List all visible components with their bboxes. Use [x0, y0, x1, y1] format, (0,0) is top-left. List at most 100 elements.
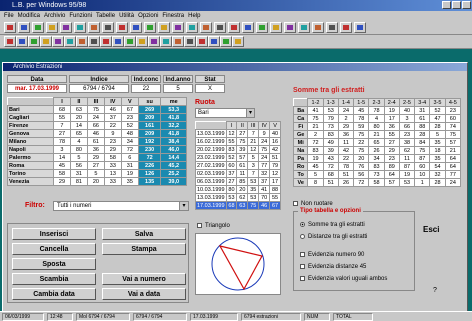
toolbar-button[interactable]	[326, 22, 338, 33]
minimize-button[interactable]	[442, 1, 451, 9]
ruota-select[interactable]: Bari ▾	[195, 108, 255, 118]
toolbar-button[interactable]	[186, 22, 198, 33]
toolbar-button[interactable]	[102, 22, 114, 33]
table-row[interactable]: Genova 27 65 46 9 48 209 41,8	[7, 129, 187, 138]
chevron-down-icon[interactable]: ▾	[246, 109, 254, 117]
table-row[interactable]: Firenze 7 14 66 22 52 161 32,2	[7, 121, 187, 130]
toolbar-button[interactable]	[312, 22, 324, 33]
table-row[interactable]: 16.02.1999 55 75 21 24 16	[195, 137, 281, 146]
move-button[interactable]: Sposta	[12, 258, 96, 270]
toolbar-button[interactable]	[340, 22, 352, 33]
maximize-button[interactable]	[452, 1, 461, 9]
toolbar-button[interactable]	[124, 36, 136, 47]
save-button[interactable]: Salva	[102, 228, 186, 240]
table-row[interactable]: Ve 8 51 26 72 58 57 53 1 28 24	[292, 178, 462, 187]
toolbar-button[interactable]	[144, 22, 156, 33]
toolbar-button[interactable]	[40, 36, 52, 47]
table-row[interactable]: Ge 2 83 36 75 21 55 23 28 5 75	[292, 130, 462, 139]
table-row[interactable]: Cagliari 55 20 24 37 23 209 41,8	[7, 113, 187, 122]
toolbar-button[interactable]	[196, 36, 208, 47]
table-row[interactable]: Pa 19 43 22 20 34 23 11 87 35 64	[292, 154, 462, 163]
toolbar-button[interactable]	[60, 22, 72, 33]
delete-button[interactable]: Cancella	[12, 243, 96, 255]
toolbar-button[interactable]	[158, 22, 170, 33]
triangle-checkbox[interactable]	[197, 223, 202, 228]
opt-dist[interactable]: Distanze tra gli estratti	[300, 234, 367, 240]
table-row[interactable]: Palermo 14 5 29 58 6 72 14,4	[7, 153, 187, 162]
non-ruotare-option[interactable]: Non ruotare	[293, 201, 333, 207]
swap-button[interactable]: Scambia	[12, 273, 96, 285]
menu-item-help[interactable]: Help	[188, 13, 200, 19]
menu-item-file[interactable]: File	[4, 13, 14, 19]
toolbar-button[interactable]	[214, 22, 226, 33]
triangle-option[interactable]: Triangolo	[197, 223, 230, 229]
toolbar-button[interactable]	[232, 36, 244, 47]
toolbar-button[interactable]	[18, 22, 30, 33]
menu-item-utilità[interactable]: Utilità	[119, 13, 134, 19]
toolbar-button[interactable]	[100, 36, 112, 47]
table-row[interactable]: 20.02.1999 83 39 12 75 42	[195, 145, 281, 154]
toolbar-button[interactable]	[242, 22, 254, 33]
toolbar-button[interactable]	[88, 36, 100, 47]
print-button[interactable]: Stampa	[102, 243, 186, 255]
goto-number-button[interactable]: Vai a numero	[102, 273, 186, 285]
table-row[interactable]: Mi 72 49 11 22 65 27 38 84 35 57	[292, 138, 462, 147]
check1-option[interactable]: Evidenzia numero 90	[300, 252, 364, 258]
toolbar-button[interactable]	[4, 22, 16, 33]
toolbar-button[interactable]	[220, 36, 232, 47]
check1-checkbox[interactable]	[300, 252, 305, 257]
table-row[interactable]: Milano 78 4 61 23 34 192 38,4	[7, 137, 187, 146]
table-row[interactable]: 13.03.1999 53 62 53 70 55	[195, 193, 281, 202]
exit-button[interactable]: Esci	[423, 225, 439, 234]
menu-item-finestra[interactable]: Finestra	[162, 13, 184, 19]
menu-item-modifica[interactable]: Modifica	[18, 13, 40, 19]
help-icon[interactable]: ?	[433, 287, 437, 294]
table-row[interactable]: Napoli 3 80 36 29 72 230 46,0	[7, 145, 187, 154]
toolbar-button[interactable]	[112, 36, 124, 47]
table-row[interactable]: 13.03.1999 12 27 7 9 40	[195, 129, 281, 138]
ind-anno-field[interactable]: 5	[163, 84, 193, 93]
toolbar-button[interactable]	[116, 22, 128, 33]
table-row[interactable]: Ca 75 79 2 78 4 17 3 61 47 60	[292, 114, 462, 123]
opt-sums-radio[interactable]	[300, 222, 305, 227]
toolbar-button[interactable]	[172, 36, 184, 47]
table-row[interactable]: 17.03.1999 68 63 75 46 67	[195, 201, 281, 210]
menu-item-archivio[interactable]: Archivio	[44, 13, 65, 19]
table-row[interactable]: 02.03.1999 37 11 7 32 12	[195, 169, 281, 178]
check3-option[interactable]: Evidenzia valori uguali ambos	[300, 276, 387, 282]
menu-item-tabelle[interactable]: Tabelle	[96, 13, 115, 19]
toolbar-button[interactable]	[136, 36, 148, 47]
table-row[interactable]: Ro 45 72 78 76 83 89 87 60 54 64	[292, 162, 462, 171]
insert-button[interactable]: Inserisci	[12, 228, 96, 240]
toolbar-button[interactable]	[88, 22, 100, 33]
indice-field[interactable]: 6794 / 6794	[69, 84, 129, 93]
toolbar-button[interactable]	[172, 22, 184, 33]
toolbar-button[interactable]	[130, 22, 142, 33]
table-row[interactable]: 27.02.1999 60 61 3 77 79	[195, 161, 281, 170]
toolbar-button[interactable]	[160, 36, 172, 47]
toolbar-button[interactable]	[256, 22, 268, 33]
table-row[interactable]: Venezia 29 81 20 33 35 135 39,0	[7, 177, 187, 186]
check2-option[interactable]: Evidenzia distanze 45	[300, 264, 366, 270]
table-row[interactable]: Bari 68 63 75 46 67 269 53,3	[7, 105, 187, 114]
toolbar-button[interactable]	[228, 22, 240, 33]
ind-conc-field[interactable]: 22	[131, 84, 161, 93]
toolbar-button[interactable]	[354, 22, 366, 33]
check2-checkbox[interactable]	[300, 264, 305, 269]
toolbar-button[interactable]	[64, 36, 76, 47]
chevron-down-icon[interactable]: ▾	[179, 202, 188, 210]
goto-date-button[interactable]: Vai a data	[102, 288, 186, 300]
toolbar-button[interactable]	[208, 36, 220, 47]
menu-item-funzioni[interactable]: Funzioni	[69, 13, 92, 19]
opt-sums[interactable]: Somme tra gli estratti	[300, 222, 365, 228]
opt-dist-radio[interactable]	[300, 234, 305, 239]
filter-select[interactable]: Tutti i numeri ▾	[53, 201, 189, 211]
stat-field[interactable]: X	[195, 84, 225, 93]
toolbar-button[interactable]	[184, 36, 196, 47]
table-row[interactable]: Fi 21 73 29 59 80 36 66 88 28 74	[292, 122, 462, 131]
table-row[interactable]: Na 83 39 42 75 26 29 62 75 18 21	[292, 146, 462, 155]
check3-checkbox[interactable]	[300, 276, 305, 281]
close-button[interactable]	[462, 1, 471, 9]
toolbar-button[interactable]	[76, 36, 88, 47]
table-row[interactable]: Ba 41 53 24 45 78 19 40 31 52 23	[292, 106, 462, 115]
